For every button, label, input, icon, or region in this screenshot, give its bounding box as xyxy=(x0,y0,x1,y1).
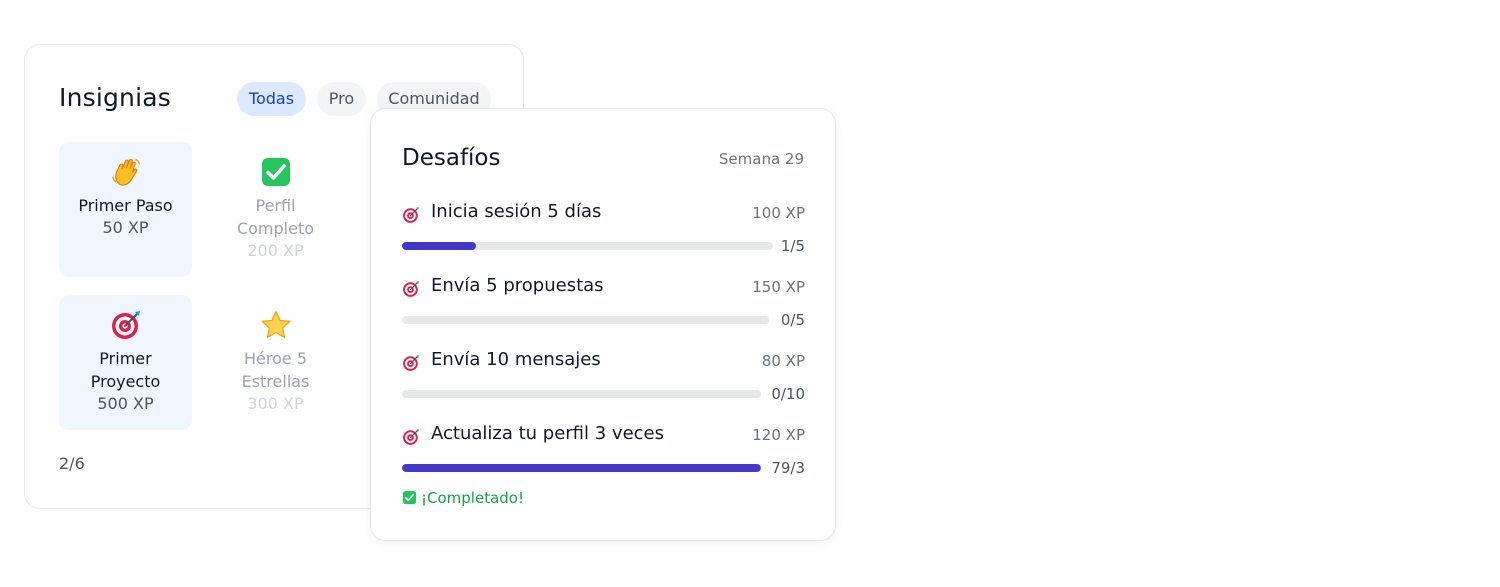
star-icon xyxy=(260,309,292,341)
challenges-card: Desafíos Semana 29 Inicia sesión 5 días … xyxy=(370,108,836,541)
target-icon xyxy=(402,280,420,298)
badge-perfil-completo[interactable]: Perfil Completo 200 XP xyxy=(209,142,342,277)
challenge-name: Envía 5 propuestas xyxy=(431,275,604,296)
badge-xp: 500 XP xyxy=(97,394,154,413)
challenge-progress-text: 0/5 xyxy=(780,311,805,329)
badge-name: Héroe 5 Estrellas xyxy=(241,349,310,391)
challenge-progress-fill xyxy=(402,242,477,250)
challenge-xp: 120 XP xyxy=(752,426,805,444)
completed-label: ¡Completado! xyxy=(421,489,524,507)
badge-primer-paso[interactable]: Primer Paso 50 XP xyxy=(59,142,192,277)
challenge-xp: 80 XP xyxy=(761,352,805,370)
badges-title: Insignias xyxy=(59,83,171,112)
challenge-name: Envía 10 mensajes xyxy=(431,349,601,370)
target-icon xyxy=(402,206,420,224)
challenge-progress-text: 1/5 xyxy=(780,237,805,255)
challenge-item[interactable]: Envía 5 propuestas 150 XP 0/5 xyxy=(402,275,805,337)
waving-hand-icon xyxy=(110,156,142,188)
challenge-name: Inicia sesión 5 días xyxy=(431,201,602,222)
tab-pro[interactable]: Pro xyxy=(317,82,366,116)
check-mark-icon xyxy=(402,490,417,505)
challenge-name: Actualiza tu perfil 3 veces xyxy=(431,423,664,444)
badge-name: Primer Proyecto xyxy=(90,349,161,391)
challenge-progress-bar xyxy=(402,464,761,472)
challenges-title: Desafíos xyxy=(402,145,501,171)
badges-count: 2/6 xyxy=(59,454,85,473)
challenge-progress-bar xyxy=(402,390,761,398)
target-icon xyxy=(402,428,420,446)
challenge-xp: 100 XP xyxy=(752,204,805,222)
challenge-item[interactable]: Envía 10 mensajes 80 XP 0/10 xyxy=(402,349,805,411)
challenge-progress-fill xyxy=(402,464,761,472)
badge-xp: 300 XP xyxy=(247,394,304,413)
challenge-progress-text: 0/10 xyxy=(771,385,805,403)
completed-status: ¡Completado! xyxy=(402,489,524,507)
challenge-progress-bar xyxy=(402,242,773,250)
target-icon xyxy=(402,354,420,372)
badge-xp: 50 XP xyxy=(102,218,149,237)
badge-xp: 200 XP xyxy=(247,241,304,260)
challenge-xp: 150 XP xyxy=(752,278,805,296)
badge-name: Perfil Completo xyxy=(236,196,315,238)
challenge-item[interactable]: Actualiza tu perfil 3 veces 120 XP 79/3 xyxy=(402,423,805,485)
target-icon xyxy=(110,309,142,341)
challenge-item[interactable]: Inicia sesión 5 días 100 XP 1/5 xyxy=(402,201,805,263)
badge-primer-proyecto[interactable]: Primer Proyecto 500 XP xyxy=(59,295,192,430)
challenge-progress-bar xyxy=(402,316,769,324)
challenges-week: Semana 29 xyxy=(718,150,804,168)
check-mark-icon xyxy=(260,156,292,188)
tab-todas[interactable]: Todas xyxy=(237,82,306,116)
challenge-progress-text: 79/3 xyxy=(771,459,805,477)
badge-name: Primer Paso xyxy=(78,196,173,215)
badge-heroe-5-estrellas[interactable]: Héroe 5 Estrellas 300 XP xyxy=(209,295,342,430)
